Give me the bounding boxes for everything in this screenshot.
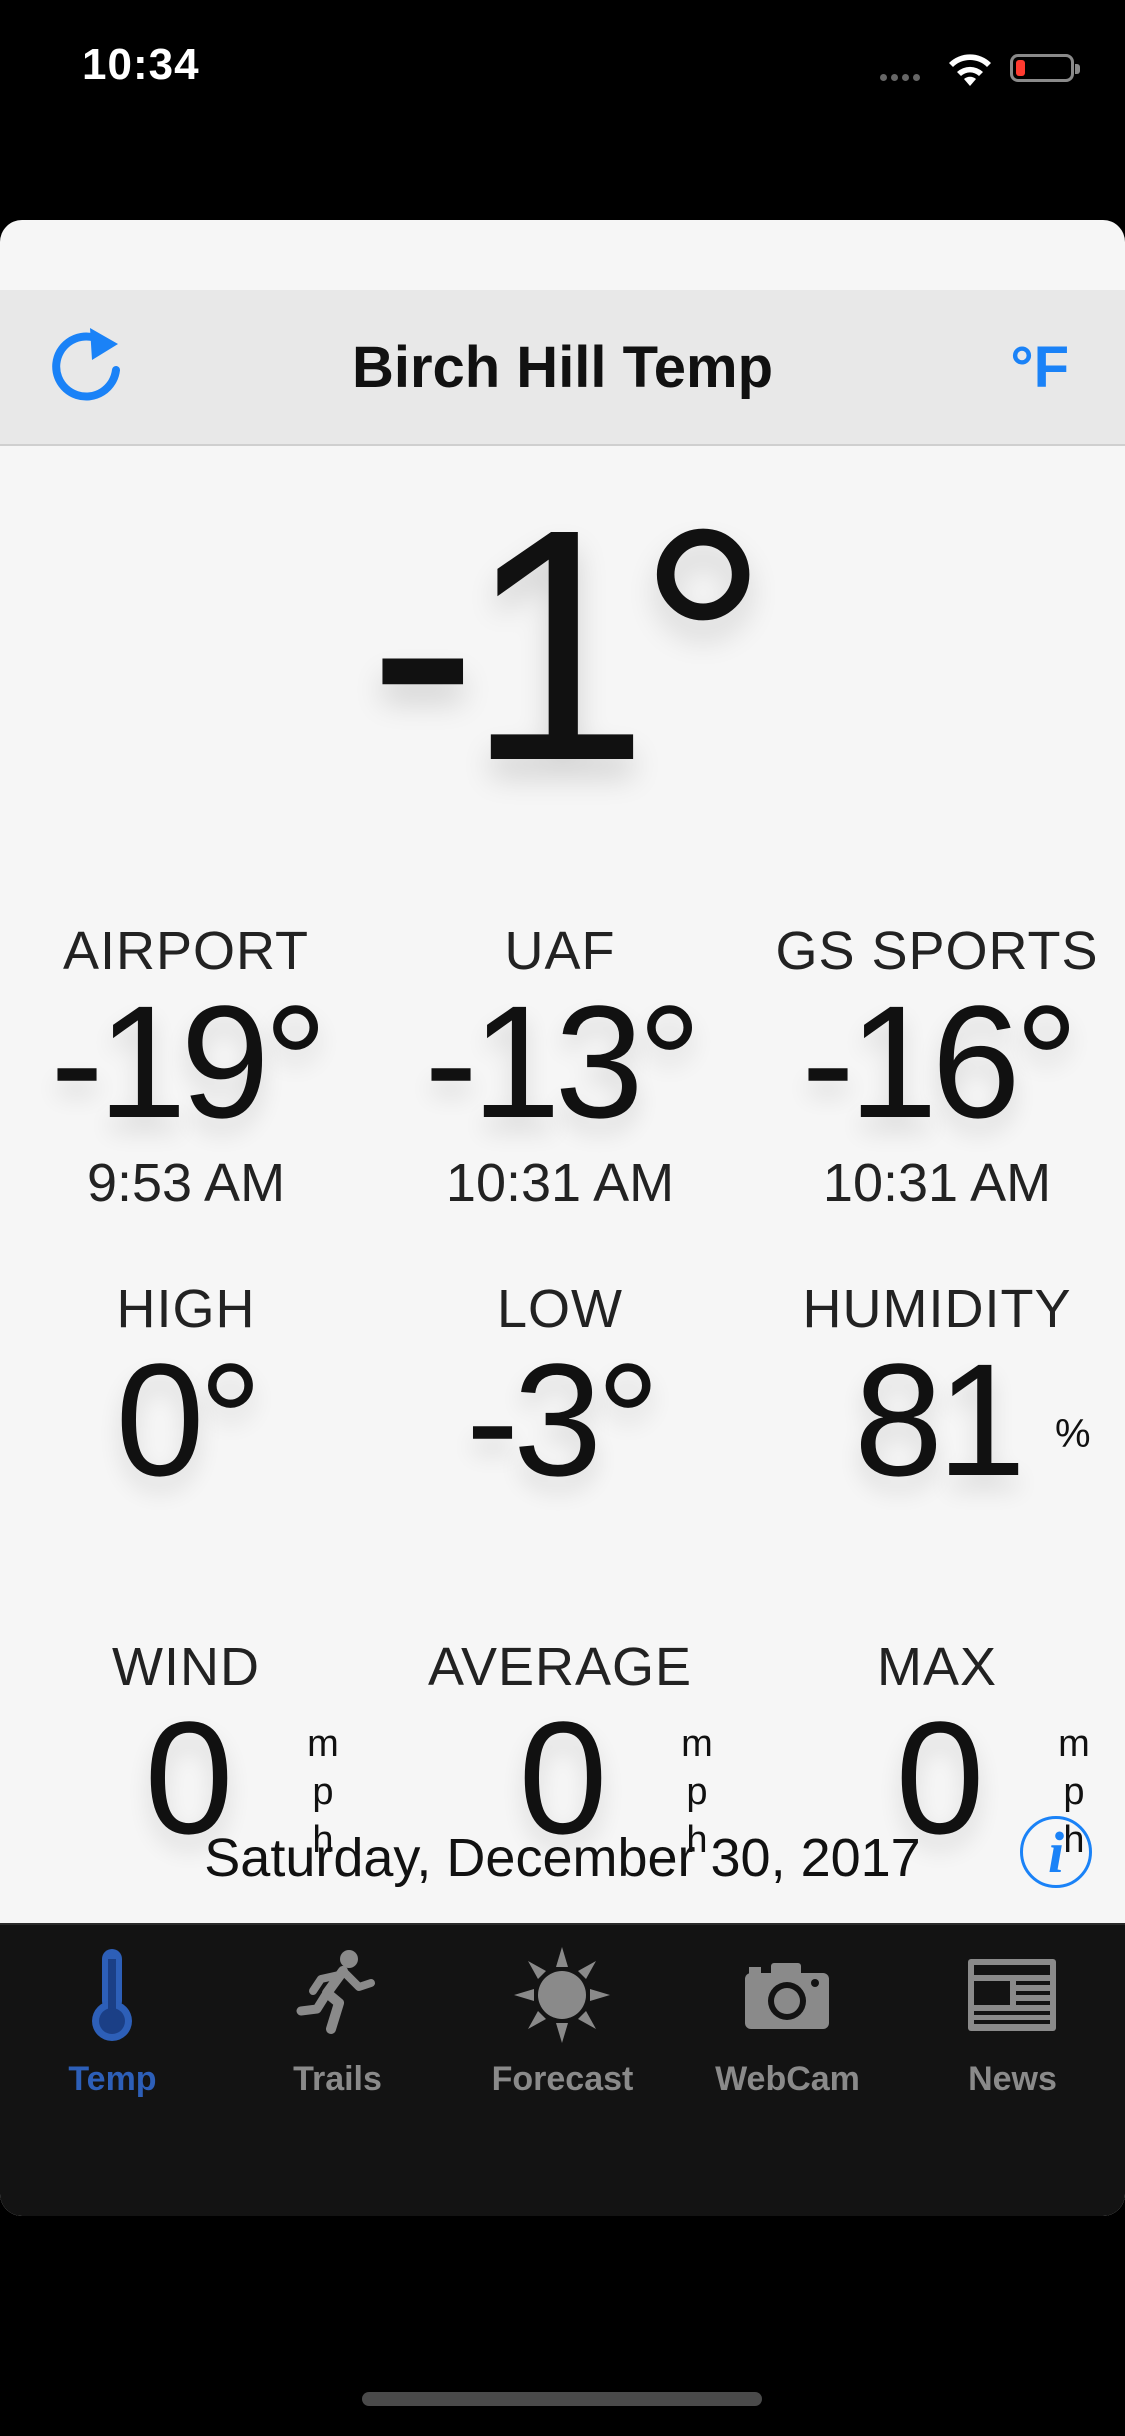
- tab-temp[interactable]: Temp: [0, 1925, 225, 2105]
- battery-level: [1016, 60, 1025, 76]
- tab-webcam[interactable]: WebCam: [675, 1925, 900, 2105]
- navigation-bar: Birch Hill Temp °F: [0, 290, 1125, 446]
- stat-low: LOW -3°: [375, 1278, 745, 1500]
- tab-forecast[interactable]: Forecast: [450, 1925, 675, 2105]
- station-time: 10:31 AM: [445, 1153, 675, 1213]
- home-indicator[interactable]: [362, 2392, 762, 2406]
- camera-icon: [745, 1963, 829, 2029]
- runner-icon: [296, 1950, 375, 2034]
- humidity-unit: %: [1055, 1412, 1091, 1456]
- status-time: 10:34: [82, 40, 200, 89]
- sun-icon: [514, 1947, 610, 2043]
- station-uaf: UAF -13° 10:31 AM: [375, 920, 745, 1214]
- newspaper-icon: [968, 1959, 1056, 2031]
- date-label: Saturday, December 30, 2017: [204, 1828, 921, 1888]
- tab-label: WebCam: [715, 2060, 860, 2098]
- station-gs-sports: GS SPORTS -16° 10:31 AM: [752, 920, 1122, 1214]
- info-button[interactable]: i: [1020, 1816, 1092, 1888]
- cellular-signal-icon: [880, 74, 932, 84]
- stat-high: HIGH 0°: [1, 1278, 371, 1500]
- thermometer-icon: [92, 1949, 132, 2041]
- tab-label: Forecast: [491, 2060, 634, 2098]
- station-temperature: -19°: [50, 972, 327, 1151]
- tab-label: Trails: [293, 2060, 382, 2098]
- station-temperature: -16°: [801, 972, 1078, 1151]
- battery-icon: [1010, 54, 1080, 82]
- stat-value: 0°: [115, 1330, 263, 1509]
- tab-label: Temp: [68, 2060, 157, 2098]
- wifi-icon: [949, 54, 991, 86]
- unit-toggle-button[interactable]: °F: [1010, 334, 1069, 401]
- stat-value: -3°: [465, 1330, 660, 1509]
- tab-bar: Temp Trails Forecast WebCam News: [0, 1923, 1125, 2216]
- tab-news[interactable]: News: [900, 1925, 1125, 2105]
- current-temperature: -1°: [367, 460, 769, 829]
- stat-humidity: HUMIDITY 81: [752, 1278, 1122, 1500]
- tab-trails[interactable]: Trails: [225, 1925, 450, 2105]
- tab-label: News: [968, 2060, 1057, 2098]
- station-temperature: -13°: [424, 972, 701, 1151]
- status-bar: 10:34: [0, 0, 1125, 140]
- station-time: 9:53 AM: [86, 1153, 286, 1213]
- page-title: Birch Hill Temp: [351, 335, 774, 400]
- station-airport: AIRPORT -19° 9:53 AM: [1, 920, 371, 1214]
- station-time: 10:31 AM: [822, 1153, 1052, 1213]
- app-screen: Birch Hill Temp °F -1° AIRPORT -19° 9:53…: [0, 220, 1125, 2216]
